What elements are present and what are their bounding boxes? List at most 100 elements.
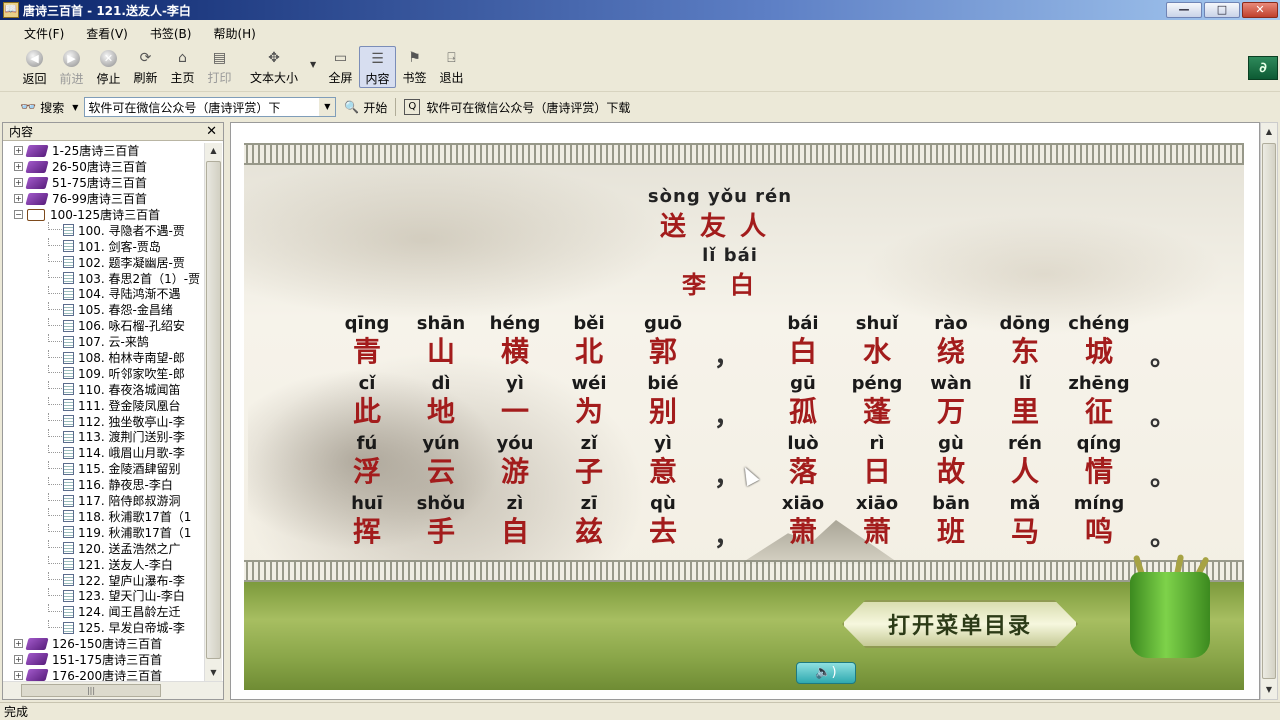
open-menu-button[interactable]: 打开菜单目录: [842, 600, 1078, 648]
tree-item-label: 105. 春怨-金昌绪: [78, 303, 173, 318]
syllable-hanzi: 青: [352, 335, 381, 368]
tree-guide-line: [48, 524, 62, 533]
tree-folder-item[interactable]: +26-50唐诗三百首: [3, 159, 203, 175]
expand-icon[interactable]: +: [14, 639, 23, 649]
tree-page-item[interactable]: 104. 寻陆鸿渐不遇: [3, 286, 203, 302]
tree-page-item[interactable]: 107. 云-来鹄: [3, 333, 203, 350]
expand-icon[interactable]: +: [14, 670, 23, 680]
tree-page-item[interactable]: 114. 峨眉山月歌-李: [3, 444, 203, 461]
tree-vertical-scrollbar[interactable]: ▲ ▼: [204, 143, 222, 681]
tree-page-item[interactable]: 101. 剑客-贾岛: [3, 238, 203, 254]
sound-button[interactable]: 🔈): [796, 662, 856, 684]
scroll-up-icon[interactable]: ▲: [205, 143, 222, 159]
expand-icon[interactable]: +: [14, 178, 23, 188]
collapse-icon[interactable]: −: [14, 210, 23, 219]
tree-page-item[interactable]: 117. 陪侍郎叔游洞: [3, 492, 203, 509]
content-scroll-thumb[interactable]: [1262, 143, 1276, 679]
tree-folder-item[interactable]: +126-150唐诗三百首: [3, 636, 203, 652]
book-icon: [25, 144, 49, 157]
search-bar: 👓 搜索 ▼ 软件可在微信公众号（唐诗评赏）下 ▼ 🔍 开始 Q 软件可在微信公…: [0, 95, 1280, 119]
tree-folder-item[interactable]: +76-99唐诗三百首: [3, 191, 203, 207]
back-button[interactable]: ◀ 返回: [16, 46, 53, 88]
content-vertical-scrollbar[interactable]: ▲ ▼: [1260, 122, 1278, 700]
expand-icon[interactable]: +: [14, 146, 23, 156]
contents-button[interactable]: ☰ 内容: [359, 46, 396, 88]
tree-folder-item[interactable]: +176-200唐诗三百首: [3, 667, 203, 681]
search-options-caret-icon[interactable]: ▼: [72, 103, 78, 112]
poem-syllable: bān 班: [914, 492, 988, 548]
text-size-button[interactable]: ✥ 文本大小: [238, 46, 310, 88]
tree-folder-item[interactable]: +1-25唐诗三百首: [3, 143, 203, 159]
expand-icon[interactable]: +: [14, 194, 23, 204]
search-label[interactable]: 搜索: [40, 99, 64, 116]
tree-page-item[interactable]: 115. 金陵酒肆留别: [3, 460, 203, 477]
syllable-pinyin: bái: [787, 313, 819, 334]
tree-page-item[interactable]: 125. 早发白帝城-李: [3, 619, 203, 636]
syllable-hanzi: 北: [574, 335, 603, 368]
tree-folder-item[interactable]: +51-75唐诗三百首: [3, 175, 203, 191]
search-go-button[interactable]: 🔍 开始: [344, 99, 387, 116]
print-button[interactable]: ▤ 打印: [201, 46, 238, 88]
maximize-button[interactable]: □: [1204, 2, 1240, 18]
tree-page-item[interactable]: 120. 送孟浩然之广: [3, 540, 203, 556]
search-input[interactable]: 软件可在微信公众号（唐诗评赏）下 ▼: [84, 97, 337, 117]
panel-close-icon[interactable]: ✕: [206, 124, 217, 139]
menu-view[interactable]: 查看(V): [86, 25, 128, 42]
content-scroll-down-icon[interactable]: ▼: [1261, 681, 1277, 699]
menu-file[interactable]: 文件(F): [24, 25, 64, 42]
tree-page-item[interactable]: 106. 咏石榴-孔绍安: [3, 317, 203, 334]
scroll-thumb[interactable]: [206, 161, 221, 659]
menu-bookmarks[interactable]: 书签(B): [150, 25, 192, 42]
expand-icon[interactable]: +: [14, 654, 23, 664]
tree-page-item[interactable]: 116. 静夜思-李白: [3, 476, 203, 493]
tree-page-item[interactable]: 111. 登金陵凤凰台: [3, 397, 203, 413]
poem-syllable: shān 山: [404, 312, 478, 368]
tree-page-item[interactable]: 105. 春怨-金昌绪: [3, 301, 203, 318]
tree-page-item[interactable]: 113. 渡荆门送别-李: [3, 429, 203, 445]
tree-folder-item[interactable]: +151-175唐诗三百首: [3, 652, 203, 668]
combo-dropdown-icon[interactable]: ▼: [319, 98, 336, 116]
minimize-button[interactable]: —: [1166, 2, 1202, 18]
tree-page-item[interactable]: 109. 听邻家吹笙-郎: [3, 365, 203, 381]
tree-page-item[interactable]: 122. 望庐山瀑布-李: [3, 572, 203, 588]
poem-syllable: rào 绕: [914, 312, 988, 368]
refresh-icon: ⟳: [139, 50, 152, 66]
text-size-dropdown-icon[interactable]: ▼: [310, 46, 322, 69]
tree-page-item[interactable]: 123. 望天门山-李白: [3, 587, 203, 604]
window-title: 唐诗三百首 - 121.送友人-李白: [23, 3, 191, 18]
syllable-hanzi: 日: [862, 455, 891, 488]
content-scroll-up-icon[interactable]: ▲: [1261, 123, 1277, 141]
tree-page-item[interactable]: 102. 题李凝幽居-贾: [3, 254, 203, 270]
forward-button[interactable]: ▶ 前进: [53, 46, 90, 88]
syllable-hanzi: 绕: [936, 335, 965, 368]
expand-icon[interactable]: +: [14, 162, 23, 172]
page-icon: [63, 415, 74, 428]
syllable-pinyin: xiāo: [855, 493, 899, 514]
tree-item-label: 121. 送友人-李白: [78, 555, 173, 573]
hscroll-thumb[interactable]: |||: [21, 684, 161, 697]
tree-guide-line: [48, 587, 62, 596]
menu-help[interactable]: 帮助(H): [213, 25, 255, 42]
tree-page-item[interactable]: 124. 闻王昌龄左迁: [3, 603, 203, 620]
tree-guide-line: [48, 572, 62, 581]
poem-syllable: yì 一: [478, 372, 552, 428]
stop-button[interactable]: ✕ 停止: [90, 46, 127, 88]
home-button[interactable]: ⌂ 主页: [164, 46, 201, 88]
tree-page-item[interactable]: 121. 送友人-李白: [3, 555, 203, 573]
tree-page-item[interactable]: 119. 秋浦歌17首（1: [3, 524, 203, 540]
tree-item-label: 116. 静夜思-李白: [78, 478, 173, 493]
tree-page-item[interactable]: 100. 寻隐者不遇-贾: [3, 222, 203, 238]
scroll-down-icon[interactable]: ▼: [205, 665, 222, 681]
bookmarks-button[interactable]: ⚑ 书签: [396, 46, 433, 88]
tree-page-item[interactable]: 108. 柏林寺南望-郎: [3, 349, 203, 366]
tree-folder-item[interactable]: − 100-125唐诗三百首: [3, 207, 203, 223]
refresh-button[interactable]: ⟳ 刷新: [127, 46, 164, 88]
exit-button[interactable]: ⍈ 退出: [433, 46, 470, 88]
tree-page-item[interactable]: 103. 春思2首（1）-贾: [3, 270, 203, 286]
tree-page-item[interactable]: 118. 秋浦歌17首（1: [3, 508, 203, 524]
close-button[interactable]: ✕: [1242, 2, 1278, 18]
fullscreen-button[interactable]: ▭ 全屏: [322, 46, 359, 88]
tree-page-item[interactable]: 110. 春夜洛城闻笛: [3, 381, 203, 397]
tree-page-item[interactable]: 112. 独坐敬亭山-李: [3, 413, 203, 429]
tree-horizontal-scrollbar[interactable]: |||: [3, 681, 223, 699]
